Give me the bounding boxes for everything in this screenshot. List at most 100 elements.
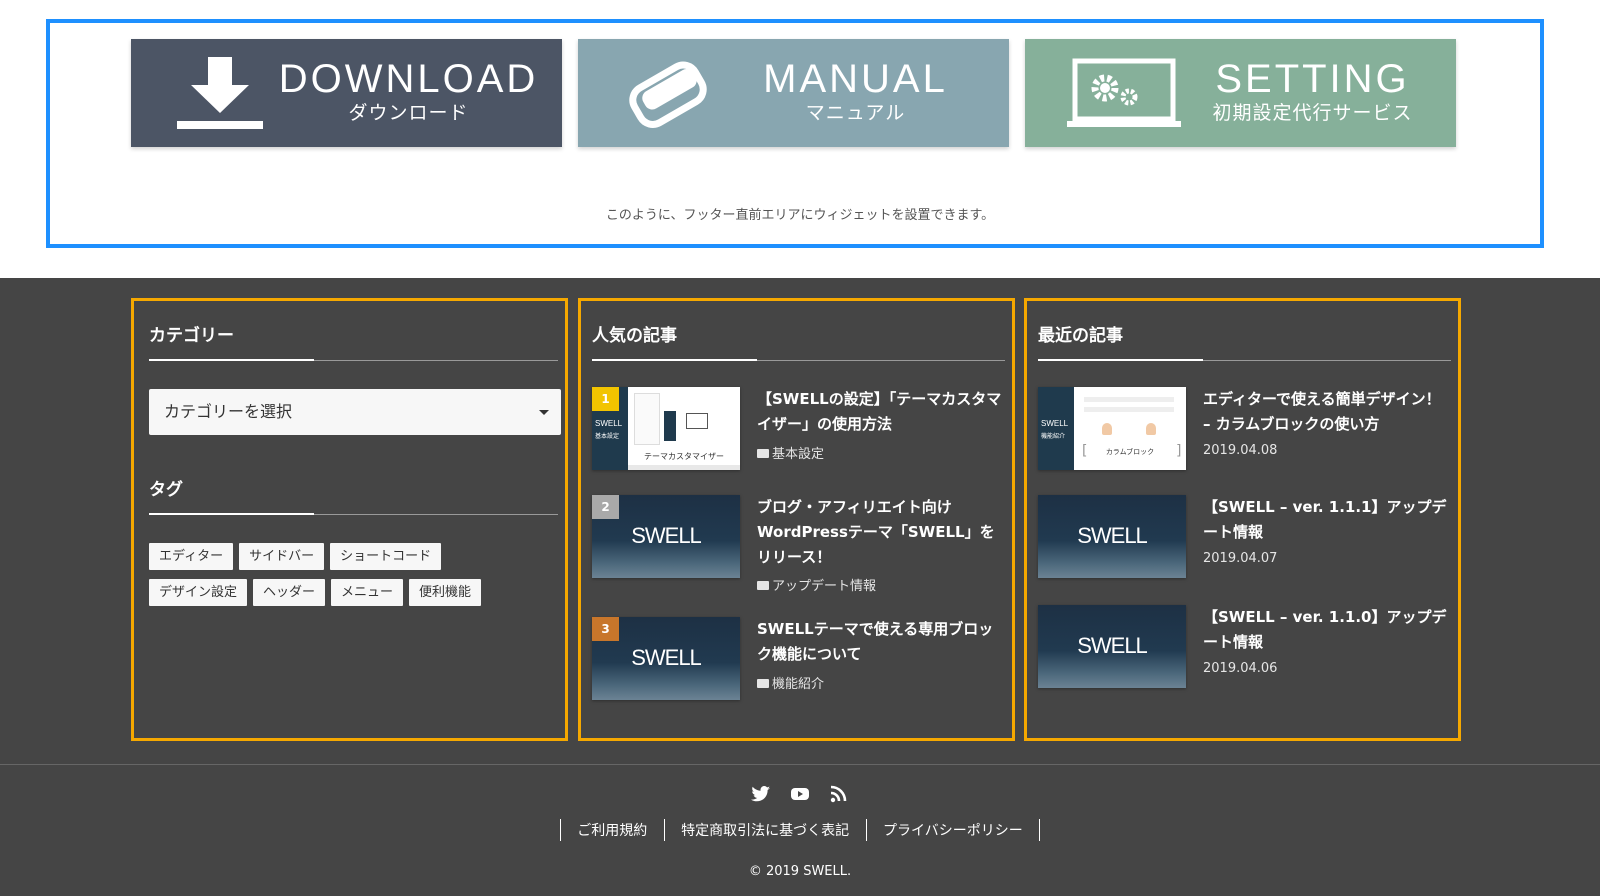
post-thumbnail[interactable]: SWELL (1038, 495, 1186, 578)
post-category: アップデート情報 (757, 575, 876, 594)
download-banner[interactable]: DOWNLOAD ダウンロード (131, 39, 562, 147)
link-divider (663, 819, 665, 841)
thumb-logo: SWELL (631, 645, 702, 670)
settings-monitor-icon (1067, 58, 1181, 127)
tag-item[interactable]: ショートコード (330, 543, 442, 570)
rank-badge: 1 (592, 387, 619, 411)
person-icon (1146, 423, 1156, 435)
widget-column-recent: 最近の記事 SWELL 機能紹介 [ ] カラムブロック エディターで使える簡単… (1024, 298, 1461, 741)
thumb-row (1084, 407, 1174, 412)
chevron-down-icon (539, 410, 549, 415)
tag-item[interactable]: デザイン設定 (149, 579, 248, 606)
title-underline (149, 359, 558, 361)
tag-title-text: タグ (149, 480, 183, 500)
tag-item[interactable]: エディター (149, 543, 234, 570)
thumb-caption: テーマカスタマイザー (644, 452, 724, 461)
thumb-caption: カラムブロック (1105, 448, 1155, 456)
footer-link-privacy[interactable]: プライバシーポリシー (883, 823, 1023, 839)
tag-cloud: エディター サイドバー ショートコードデザイン設定 ヘッダー メニュー 便利機能 (149, 543, 561, 615)
popular-post-item[interactable]: SWELL 2 ブログ・アフィリエイト向けWordPressテーマ「SWELL」… (592, 495, 1007, 594)
twitter-icon[interactable] (750, 785, 771, 803)
post-category-label: アップデート情報 (772, 579, 877, 594)
rank-badge: 2 (592, 495, 619, 519)
banner-title: SETTING (1215, 57, 1410, 101)
post-title[interactable]: ブログ・アフィリエイト向けWordPressテーマ「SWELL」をリリース！ (757, 495, 1002, 570)
monitor-icon (686, 413, 708, 429)
banner-title: MANUAL (763, 57, 948, 101)
popular-title-text: 人気の記事 (592, 326, 677, 346)
thumb-logo: SWELL (1077, 523, 1148, 548)
thumb-panel (634, 393, 660, 445)
setting-banner[interactable]: SETTING 初期設定代行サービス (1025, 39, 1456, 147)
post-category-label: 機能紹介 (772, 677, 825, 692)
popular-post-item[interactable]: SWELL 3 SWELLテーマで使える専用ブロック機能について 機能紹介 (592, 617, 1007, 707)
post-thumbnail[interactable]: SWELL 基本設定 テーマカスタマイザー 1 (592, 387, 740, 470)
footer-link-terms[interactable]: ご利用規約 (577, 823, 647, 839)
post-date: 2019.04.07 (1203, 551, 1278, 566)
recent-post-item[interactable]: SWELL 【SWELL – ver. 1.1.1】アップデート情報 2019.… (1038, 495, 1453, 585)
post-date: 2019.04.06 (1203, 661, 1278, 676)
title-underline (1038, 359, 1451, 361)
thumb-sublabel: 基本設定 (595, 433, 620, 440)
link-divider (559, 819, 561, 841)
thumb-logo: SWELL (595, 419, 623, 428)
post-thumbnail[interactable]: SWELL 3 (592, 617, 740, 700)
tag-widget-title: タグ (149, 478, 558, 515)
post-title[interactable]: 【SWELL – ver. 1.1.0】アップデート情報 (1203, 605, 1448, 655)
category-title-text: カテゴリー (149, 326, 234, 346)
post-date: 2019.04.08 (1203, 443, 1278, 458)
recent-title-text: 最近の記事 (1038, 326, 1123, 346)
book-icon (629, 61, 707, 128)
recent-post-item[interactable]: SWELL 【SWELL – ver. 1.1.0】アップデート情報 2019.… (1038, 605, 1453, 695)
post-thumbnail[interactable]: SWELL 2 (592, 495, 740, 578)
thumb-logo: SWELL (631, 523, 702, 548)
footer-link-commerce[interactable]: 特定商取引法に基づく表記 (681, 823, 849, 839)
site-footer-bottom: ご利用規約 特定商取引法に基づく表記 プライバシーポリシー © 2019 SWE… (0, 764, 1600, 896)
link-divider (1039, 819, 1041, 841)
category-select[interactable]: カテゴリーを選択 (149, 389, 561, 435)
post-title[interactable]: エディターで使える簡単デザイン！ – カラムブロックの使い方 (1203, 387, 1448, 437)
post-category: 基本設定 (757, 443, 824, 462)
banner-subtitle: 初期設定代行サービス (1212, 102, 1413, 124)
thumb-sidebar: SWELL 機能紹介 (1038, 387, 1074, 470)
thumb-bar (628, 465, 740, 470)
tag-item[interactable]: サイドバー (239, 543, 325, 570)
thumb-logo: SWELL (1041, 419, 1069, 428)
manual-banner[interactable]: MANUAL マニュアル (578, 39, 1009, 147)
recent-widget-title: 最近の記事 (1038, 324, 1451, 361)
tag-item[interactable]: メニュー (331, 579, 404, 606)
footer-links: ご利用規約 特定商取引法に基づく表記 プライバシーポリシー (0, 819, 1600, 841)
thumb-logo: SWELL (1077, 633, 1148, 658)
rss-icon[interactable] (829, 785, 849, 803)
popular-post-item[interactable]: SWELL 基本設定 テーマカスタマイザー 1 【SWELLの設定】「テーマカス… (592, 387, 1007, 477)
banner-title: DOWNLOAD (278, 57, 539, 101)
youtube-icon[interactable] (790, 785, 810, 803)
post-thumbnail[interactable]: SWELL 機能紹介 [ ] カラムブロック (1038, 387, 1186, 470)
post-category-label: 基本設定 (772, 447, 825, 462)
thumb-sublabel: 機能紹介 (1041, 433, 1066, 440)
post-title[interactable]: 【SWELL – ver. 1.1.1】アップデート情報 (1203, 495, 1448, 545)
post-title[interactable]: 【SWELLの設定】「テーマカスタマイザー」の使用方法 (757, 387, 1002, 437)
widget-column-category: カテゴリー カテゴリーを選択 タグ エディター サイドバー ショートコードデザイン設… (131, 298, 568, 741)
banner-subtitle: ダウンロード (348, 102, 469, 124)
popular-widget-title: 人気の記事 (592, 324, 1005, 361)
post-title[interactable]: SWELLテーマで使える専用ブロック機能について (757, 617, 1002, 667)
title-underline (592, 359, 1005, 361)
widget-column-popular: 人気の記事 SWELL 基本設定 テーマカスタマイザー 1 【SWELLの設定】… (578, 298, 1015, 741)
folder-icon (757, 581, 769, 590)
tag-item[interactable]: ヘッダー (253, 579, 326, 606)
tag-item[interactable]: 便利機能 (409, 579, 482, 606)
link-divider (865, 819, 867, 841)
category-widget-title: カテゴリー (149, 324, 558, 361)
category-select-value: カテゴリーを選択 (164, 402, 293, 421)
recent-post-item[interactable]: SWELL 機能紹介 [ ] カラムブロック エディターで使える簡単デザイン！ … (1038, 387, 1453, 477)
post-thumbnail[interactable]: SWELL (1038, 605, 1186, 688)
widget-note: このように、フッター直前エリアにウィジェットを設置できます。 (605, 208, 995, 223)
banner-subtitle: マニュアル (805, 102, 906, 124)
pre-footer-widget-area: DOWNLOAD ダウンロード MANUAL マニュアル SETTING 初期設… (0, 0, 1600, 278)
person-icon (1102, 423, 1112, 435)
folder-icon (757, 449, 769, 458)
thumb-row (1084, 397, 1174, 402)
post-category: 機能紹介 (757, 673, 824, 692)
title-underline (149, 513, 558, 515)
